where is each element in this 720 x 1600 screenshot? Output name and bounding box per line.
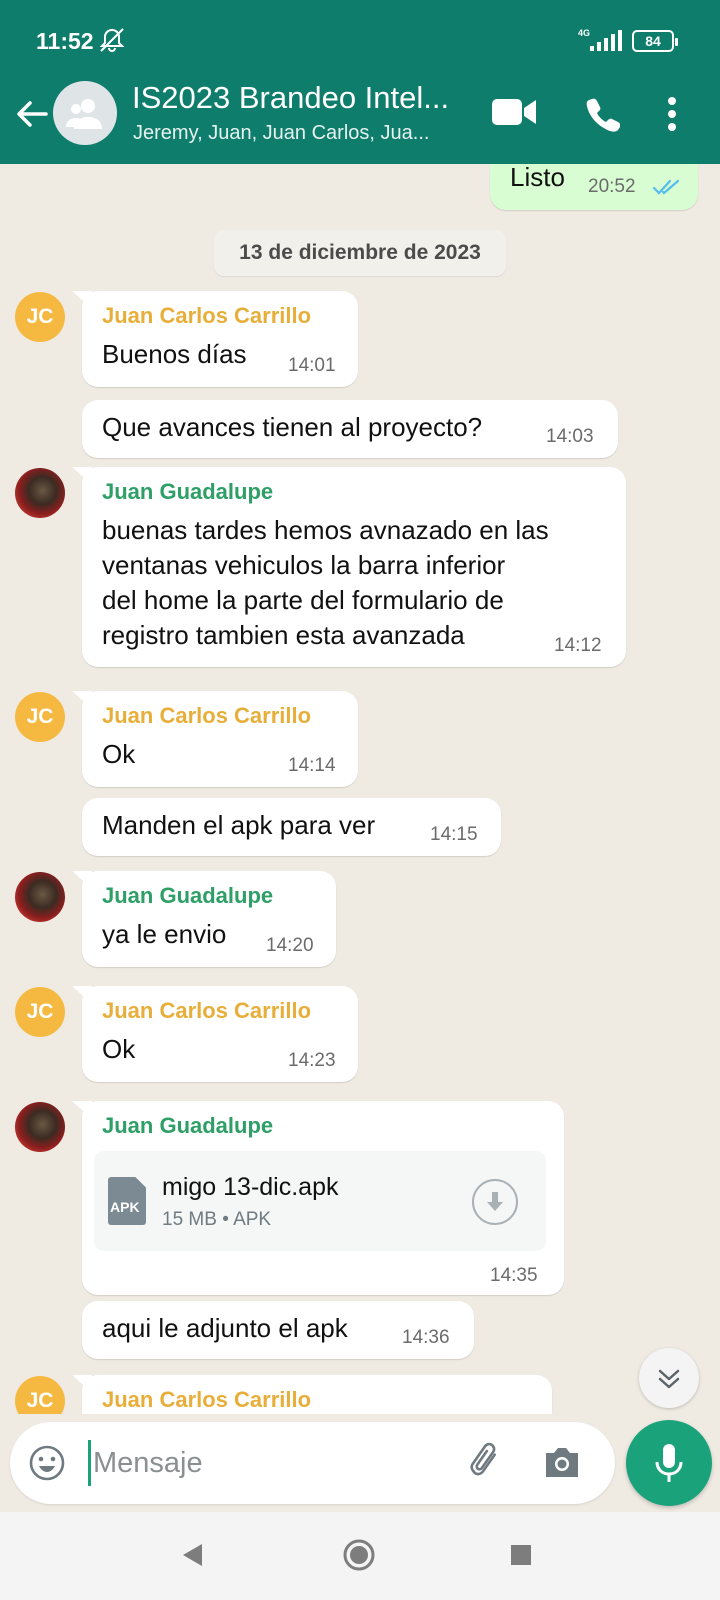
sender-name[interactable]: Juan Carlos Carrillo [102, 1387, 311, 1413]
attach-icon[interactable] [468, 1442, 508, 1484]
read-receipt-icon [652, 179, 680, 195]
message-time: 14:15 [430, 824, 478, 845]
sender-name[interactable]: Juan Guadalupe [102, 1113, 273, 1139]
message-composer [10, 1422, 615, 1504]
nav-recents-icon[interactable] [510, 1544, 532, 1566]
chat-header: 11:52 4G 84 IS2023 Brandeo Intel... Jere… [0, 0, 720, 164]
message-text: Ok [102, 739, 136, 769]
video-call-icon[interactable] [491, 96, 537, 128]
bubble-tail [72, 871, 92, 889]
nav-home-icon[interactable] [342, 1538, 376, 1572]
back-arrow-icon[interactable] [12, 94, 52, 134]
incoming-message[interactable]: Juan Guadalupe buenas tardes hemos avnaz… [72, 467, 626, 667]
voice-message-button[interactable] [626, 1420, 712, 1506]
file-meta: 15 MB • APK [162, 1209, 272, 1230]
avatar[interactable]: JC [15, 1376, 65, 1414]
avatar[interactable]: JC [15, 292, 65, 342]
message-input[interactable] [88, 1440, 448, 1486]
bubble-tail [72, 691, 92, 709]
incoming-message[interactable]: Que avances tienen al proyecto? 14:03 [82, 400, 618, 458]
sender-name[interactable]: Juan Carlos Carrillo [102, 998, 311, 1024]
avatar-photo[interactable] [15, 872, 65, 922]
message-time: 14:20 [266, 935, 314, 956]
sender-name[interactable]: Juan Carlos Carrillo [102, 303, 311, 329]
mute-icon [99, 28, 125, 52]
message-time: 20:52 [588, 176, 636, 197]
group-avatar-icon [66, 99, 102, 129]
chat-members[interactable]: Jeremy, Juan, Juan Carlos, Jua... [133, 122, 429, 145]
message-text-line: buenas tardes hemos avnazado en las [102, 515, 549, 545]
file-attachment[interactable]: APK migo 13-dic.apk 15 MB • APK [94, 1151, 546, 1251]
status-bar: 11:52 4G 84 [0, 0, 720, 78]
avatar[interactable]: JC [15, 692, 65, 742]
avatar[interactable]: JC [15, 987, 65, 1037]
nav-back-icon[interactable] [180, 1542, 204, 1568]
group-avatar[interactable] [53, 81, 117, 145]
message-time: 14:01 [288, 355, 336, 376]
message-time: 14:23 [288, 1050, 336, 1071]
sender-name[interactable]: Juan Guadalupe [102, 479, 273, 505]
scroll-down-button[interactable] [639, 1348, 699, 1408]
signal-icon: 4G [578, 28, 622, 51]
status-time: 11:52 [36, 28, 94, 54]
message-text: ya le envio [102, 919, 227, 949]
network-type: 4G [578, 28, 590, 38]
scroll-down-icon [658, 1369, 680, 1389]
date-separator: 13 de diciembre de 2023 [214, 230, 506, 276]
incoming-message[interactable]: Juan Carlos Carrillo Ok 14:14 [72, 691, 358, 787]
sender-name[interactable]: Juan Carlos Carrillo [102, 703, 311, 729]
message-text-line: registro tambien esta avanzada [102, 620, 465, 650]
avatar-photo[interactable] [15, 468, 65, 518]
avatar-photo[interactable] [15, 1102, 65, 1152]
incoming-message[interactable]: aqui le adjunto el apk 14:36 [82, 1301, 474, 1359]
message-time: 14:03 [546, 426, 594, 447]
bubble-tail [72, 467, 92, 485]
message-time: 14:12 [554, 635, 602, 656]
message-time: 14:35 [490, 1265, 538, 1286]
file-icon-label: APK [110, 1199, 140, 1215]
message-text: Ok [102, 1034, 136, 1064]
message-text: Buenos días [102, 339, 247, 369]
message-text-line: del home la parte del formulario de [102, 585, 504, 615]
incoming-message[interactable]: Juan Carlos Carrillo Ok 14:23 [72, 986, 358, 1082]
chat-title[interactable]: IS2023 Brandeo Intel... [132, 80, 449, 116]
incoming-file-message[interactable]: Juan Guadalupe APK migo 13-dic.apk 15 MB… [72, 1101, 564, 1295]
camera-icon[interactable] [542, 1444, 582, 1480]
incoming-message[interactable]: Manden el apk para ver 14:15 [82, 798, 501, 856]
apk-file-icon: APK [108, 1177, 146, 1225]
sender-name[interactable]: Juan Guadalupe [102, 883, 273, 909]
incoming-message[interactable]: Juan Guadalupe ya le envio 14:20 [72, 871, 336, 967]
file-name: migo 13-dic.apk [162, 1173, 339, 1201]
message-time: 14:14 [288, 755, 336, 776]
emoji-icon[interactable] [28, 1444, 66, 1482]
more-vert-icon[interactable] [666, 96, 678, 132]
battery-icon: 84 [632, 30, 678, 52]
bubble-tail [72, 986, 92, 1004]
bubble-tail [72, 291, 92, 309]
message-text: aqui le adjunto el apk [102, 1313, 348, 1343]
message-text-line: ventanas vehiculos la barra inferior [102, 550, 506, 580]
message-text: Listo [510, 164, 565, 192]
download-icon [487, 1192, 503, 1211]
chat-area[interactable]: Listo 20:52 13 de diciembre de 2023 JC J… [0, 164, 720, 1414]
outgoing-message[interactable]: Listo 20:52 [490, 164, 698, 210]
download-button[interactable] [472, 1179, 518, 1225]
mic-icon [655, 1444, 683, 1482]
bubble-tail [72, 1375, 92, 1393]
message-text: Que avances tienen al proyecto? [102, 412, 483, 442]
system-nav-bar [0, 1512, 720, 1600]
incoming-message[interactable]: Juan Carlos Carrillo Buenos días 14:01 [72, 291, 358, 387]
phone-icon[interactable] [584, 96, 620, 132]
message-text: Manden el apk para ver [102, 810, 376, 840]
bubble-tail [72, 1101, 92, 1119]
message-time: 14:36 [402, 1327, 450, 1348]
incoming-message[interactable]: Juan Carlos Carrillo [72, 1375, 552, 1414]
